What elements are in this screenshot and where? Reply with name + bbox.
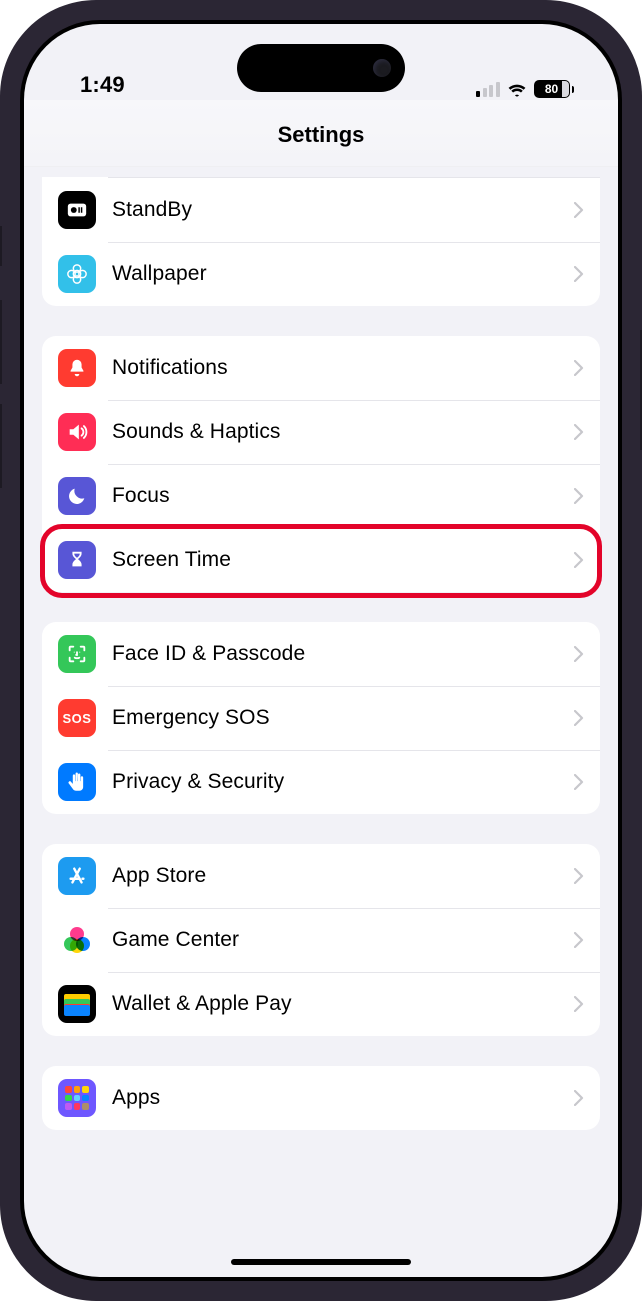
sos-icon: SOS <box>58 699 96 737</box>
side-button-vol-down <box>0 404 2 488</box>
chevron-right-icon <box>574 488 584 504</box>
hourglass-icon <box>58 541 96 579</box>
settings-row-label: Focus <box>112 484 574 508</box>
settings-row-label: Sounds & Haptics <box>112 420 574 444</box>
settings-row-apps[interactable]: Apps <box>42 1066 600 1130</box>
settings-row-label: Emergency SOS <box>112 706 574 730</box>
phone-bezel: 1:49 80 <box>20 20 622 1281</box>
moon-icon <box>58 477 96 515</box>
settings-row-gamecenter[interactable]: Game Center <box>42 908 600 972</box>
chevron-right-icon <box>574 774 584 790</box>
chevron-right-icon <box>574 424 584 440</box>
chevron-right-icon <box>574 266 584 282</box>
battery-indicator: 80 <box>534 80 575 98</box>
settings-row-notifications[interactable]: Notifications <box>42 336 600 400</box>
settings-group-store: App Store Game Center Wa <box>42 844 600 1036</box>
appstore-icon <box>58 857 96 895</box>
side-button-vol-up <box>0 300 2 384</box>
settings-row-label: Wallet & Apple Pay <box>112 992 574 1016</box>
status-time: 1:49 <box>80 72 125 98</box>
wallpaper-icon <box>58 255 96 293</box>
settings-row-screen-time[interactable]: Screen Time <box>42 528 600 592</box>
settings-list[interactable]: StandBy Wallpaper <box>24 177 618 1160</box>
settings-row-faceid[interactable]: Face ID & Passcode <box>42 622 600 686</box>
settings-row-label: StandBy <box>112 198 574 222</box>
settings-row-label: Apps <box>112 1086 574 1110</box>
gamecenter-icon <box>58 921 96 959</box>
settings-row-focus[interactable]: Focus <box>42 464 600 528</box>
chevron-right-icon <box>574 552 584 568</box>
chevron-right-icon <box>574 1090 584 1106</box>
wifi-icon <box>506 81 528 97</box>
chevron-right-icon <box>574 360 584 376</box>
side-button-silent <box>0 226 2 266</box>
settings-row-wallpaper[interactable]: Wallpaper <box>42 242 600 306</box>
speaker-icon <box>58 413 96 451</box>
chevron-right-icon <box>574 932 584 948</box>
settings-row-sounds[interactable]: Sounds & Haptics <box>42 400 600 464</box>
chevron-right-icon <box>574 996 584 1012</box>
phone-frame: 1:49 80 <box>0 0 642 1301</box>
settings-row-label: Privacy & Security <box>112 770 574 794</box>
screen: 1:49 80 <box>24 24 618 1277</box>
chevron-right-icon <box>574 202 584 218</box>
settings-row-label: Face ID & Passcode <box>112 642 574 666</box>
home-indicator[interactable] <box>231 1259 411 1265</box>
settings-row-wallet[interactable]: Wallet & Apple Pay <box>42 972 600 1036</box>
page-title: Settings <box>24 122 618 148</box>
nav-bar: Settings <box>24 100 618 167</box>
settings-row-appstore[interactable]: App Store <box>42 844 600 908</box>
battery-percentage: 80 <box>545 82 558 96</box>
chevron-right-icon <box>574 646 584 662</box>
chevron-right-icon <box>574 868 584 884</box>
dynamic-island <box>237 44 405 92</box>
settings-row-label: Game Center <box>112 928 574 952</box>
hand-icon <box>58 763 96 801</box>
settings-group-notifications: Notifications Sounds & Haptics <box>42 336 600 592</box>
settings-row-label: Notifications <box>112 356 574 380</box>
settings-row-label: App Store <box>112 864 574 888</box>
apps-grid-icon <box>58 1079 96 1117</box>
settings-group-apps: Apps <box>42 1066 600 1130</box>
settings-group-display: StandBy Wallpaper <box>42 177 600 306</box>
wallet-icon <box>58 985 96 1023</box>
standby-icon <box>58 191 96 229</box>
bell-icon <box>58 349 96 387</box>
settings-row-label: Wallpaper <box>112 262 574 286</box>
settings-row-privacy[interactable]: Privacy & Security <box>42 750 600 814</box>
chevron-right-icon <box>574 710 584 726</box>
settings-group-security: Face ID & Passcode SOS Emergency SOS <box>42 622 600 814</box>
faceid-icon <box>58 635 96 673</box>
settings-row-emergency-sos[interactable]: SOS Emergency SOS <box>42 686 600 750</box>
settings-row-standby[interactable]: StandBy <box>42 178 600 242</box>
settings-row-label: Screen Time <box>112 548 574 572</box>
cellular-signal-icon <box>476 81 500 97</box>
status-indicators: 80 <box>476 80 574 98</box>
